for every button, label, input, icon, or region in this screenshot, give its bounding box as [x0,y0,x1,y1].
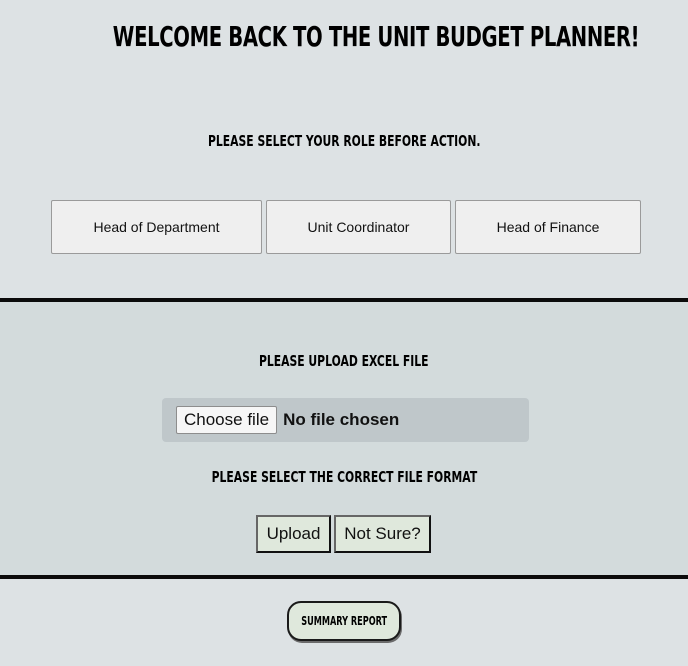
role-prompt: PLEASE SELECT YOUR ROLE BEFORE ACTION. [207,132,481,150]
upload-title-wrap: PLEASE UPLOAD EXCEL FILE [0,352,688,371]
role-buttons: Head of Department Unit Coordinator Head… [51,200,641,254]
upload-button[interactable]: Upload [256,515,331,553]
page-title-wrap: WELCOME BACK TO THE UNIT BUDGET PLANNER! [0,20,688,53]
upload-actions: Upload Not Sure? [256,515,431,553]
page-title: WELCOME BACK TO THE UNIT BUDGET PLANNER! [112,20,640,53]
unit-coordinator-button[interactable]: Unit Coordinator [266,200,451,254]
format-prompt-wrap: PLEASE SELECT THE CORRECT FILE FORMAT [0,468,688,487]
role-section: WELCOME BACK TO THE UNIT BUDGET PLANNER!… [0,0,688,298]
role-prompt-wrap: PLEASE SELECT YOUR ROLE BEFORE ACTION. [0,132,688,151]
head-of-finance-button[interactable]: Head of Finance [455,200,641,254]
head-of-department-button[interactable]: Head of Department [51,200,262,254]
file-status: No file chosen [283,410,400,429]
not-sure-button[interactable]: Not Sure? [334,515,431,553]
upload-section: PLEASE UPLOAD EXCEL FILE Choose file No … [0,302,688,575]
footer-section: SUMMARY REPORT [0,579,688,666]
file-input[interactable]: Choose file No file chosen [162,398,529,442]
format-prompt: PLEASE SELECT THE CORRECT FILE FORMAT [211,468,477,486]
summary-report-label: SUMMARY REPORT [301,614,387,628]
summary-report-button[interactable]: SUMMARY REPORT [287,601,401,641]
choose-file-button[interactable]: Choose file [176,406,278,434]
upload-title: PLEASE UPLOAD EXCEL FILE [259,352,429,370]
